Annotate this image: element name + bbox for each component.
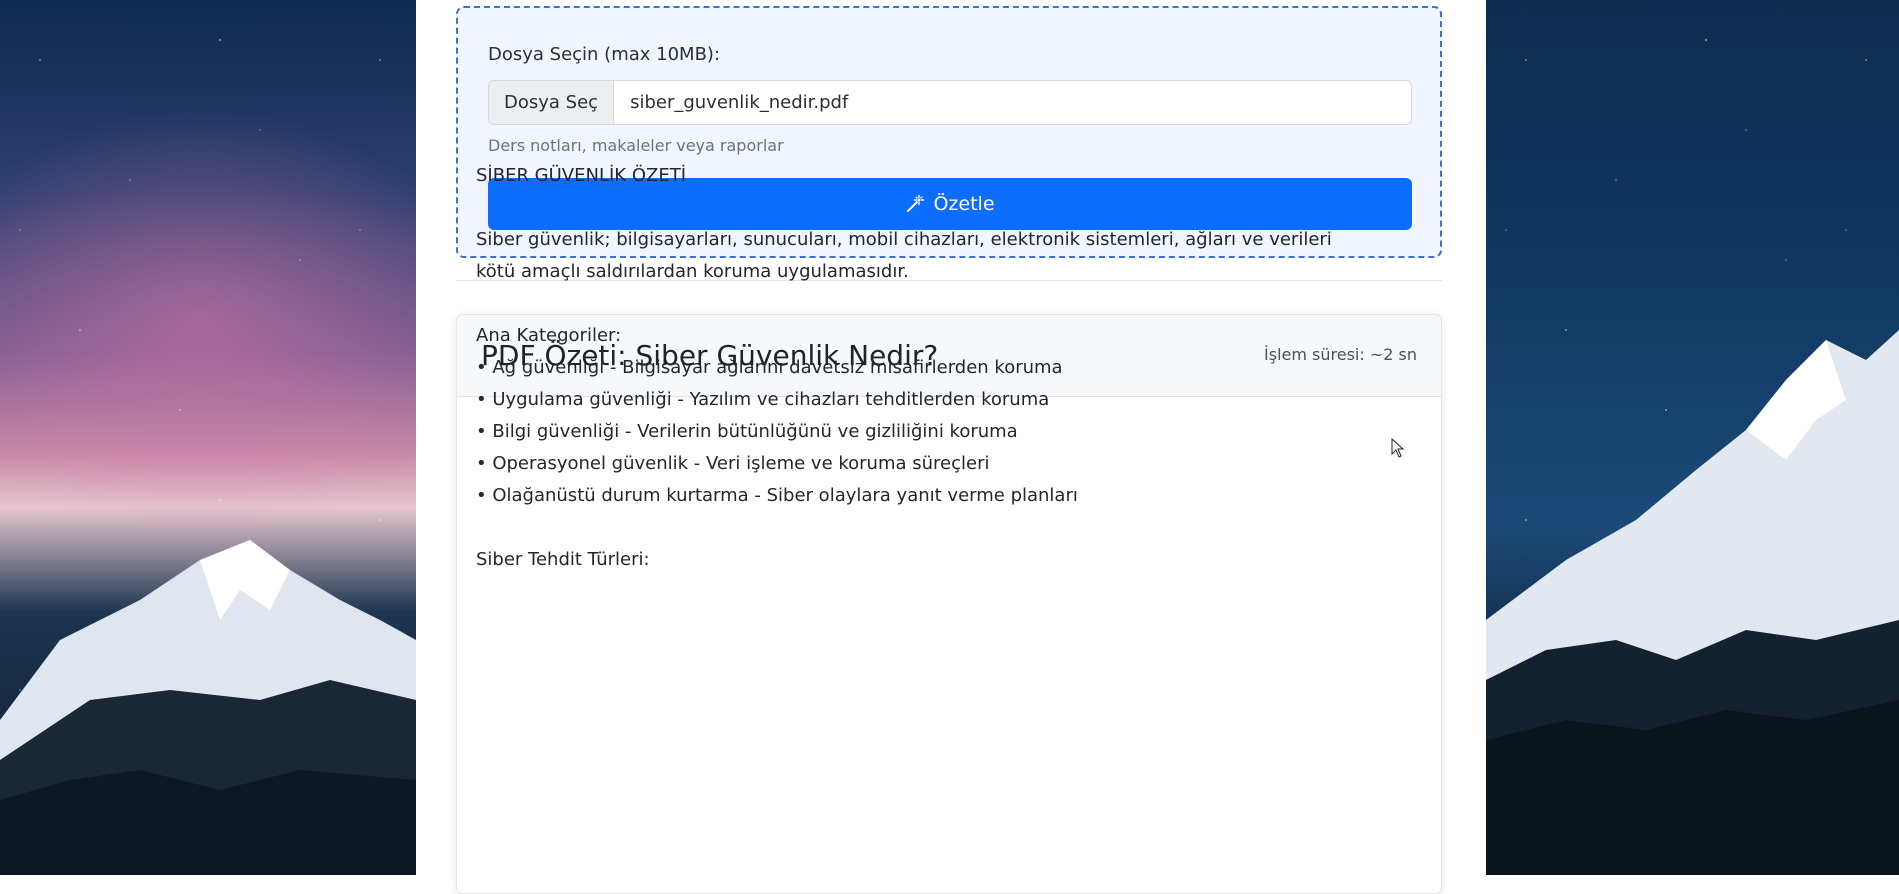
file-input[interactable]: Dosya Seç siber_guvenlik_nedir.pdf: [488, 80, 1412, 125]
list-item: • Olağanüstü durum kurtarma - Siber olay…: [476, 485, 1078, 506]
list-item: • Operasyonel güvenlik - Veri işleme ve …: [476, 453, 990, 474]
mountain-illustration-right: [1486, 330, 1899, 875]
upload-label: Dosya Seçin (max 10MB):: [488, 44, 721, 65]
main-column: Dosya Seçin (max 10MB): Dosya Seç siber_…: [416, 0, 1486, 894]
list-item: • Uygulama güvenliği - Yazılım ve cihazl…: [476, 389, 1050, 410]
categories-title: Ana Kategoriler:: [476, 325, 622, 346]
summary-heading: SİBER GÜVENLİK ÖZETİ: [476, 165, 686, 186]
list-item: • Bilgi güvenliği - Verilerin bütünlüğün…: [476, 421, 1018, 442]
upload-help-text: Ders notları, makaleler veya raporlar: [488, 136, 784, 155]
next-section-title: Siber Tehdit Türleri:: [476, 549, 650, 570]
list-item: • Ağ güvenliği - Bilgisayar ağlarını dav…: [476, 357, 1063, 378]
choose-file-button[interactable]: Dosya Seç: [489, 81, 615, 124]
summary-body: SİBER GÜVENLİK ÖZETİ Siber güvenlik; bil…: [476, 160, 1356, 576]
selected-file-name: siber_guvenlik_nedir.pdf: [630, 92, 849, 113]
mouse-cursor-icon: [1391, 438, 1405, 458]
summary-intro: Siber güvenlik; bilgisayarları, sunucula…: [476, 229, 1332, 282]
mountain-illustration-left: [0, 540, 416, 875]
